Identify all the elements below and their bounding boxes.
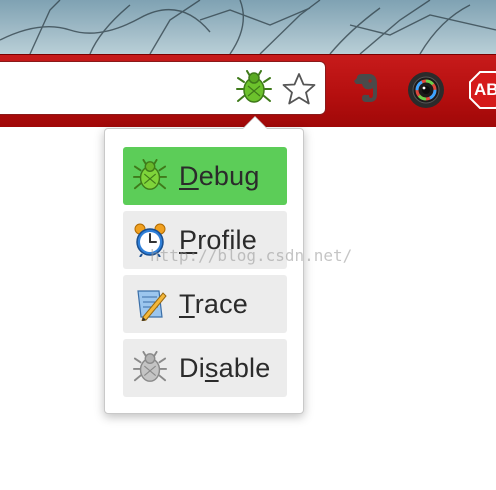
evernote-icon[interactable] xyxy=(350,72,380,104)
adblock-label: AB xyxy=(474,80,496,99)
bug-icon xyxy=(133,159,167,193)
address-bar[interactable] xyxy=(0,61,326,115)
camera-icon[interactable] xyxy=(406,70,446,110)
desktop-wallpaper xyxy=(0,0,496,54)
watermark-text: http://blog.csdn.net/ xyxy=(150,246,353,265)
pencil-icon xyxy=(133,287,167,322)
menu-item-label: Disable xyxy=(179,352,271,383)
star-icon[interactable] xyxy=(282,72,316,106)
disabled-bug-icon xyxy=(133,351,167,385)
extension-popup: Debug Profile Trace Disable xyxy=(104,128,304,414)
adblock-icon[interactable]: AB xyxy=(468,70,496,110)
bug-icon[interactable] xyxy=(236,70,272,106)
menu-item-label: Debug xyxy=(179,160,260,191)
popup-arrow xyxy=(243,117,267,129)
menu-item-label: Trace xyxy=(179,288,249,319)
menu-item-debug[interactable]: Debug xyxy=(123,147,287,205)
menu-item-disable[interactable]: Disable xyxy=(123,339,287,397)
menu-item-trace[interactable]: Trace xyxy=(123,275,287,333)
